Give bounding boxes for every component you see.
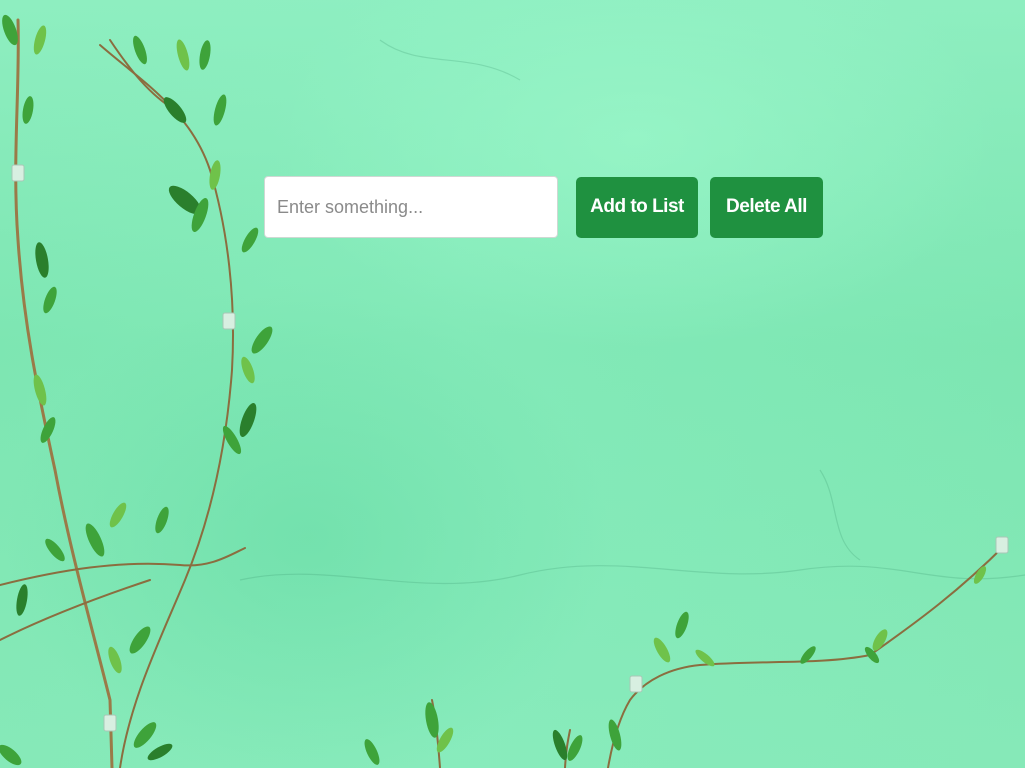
background-image [0,0,1025,768]
vine-wall-illustration [0,14,1025,768]
add-to-list-button[interactable]: Add to List [576,176,698,238]
todo-form: Add to List Delete All [264,176,823,238]
todo-text-input[interactable] [264,176,558,238]
delete-all-button[interactable]: Delete All [710,176,823,238]
